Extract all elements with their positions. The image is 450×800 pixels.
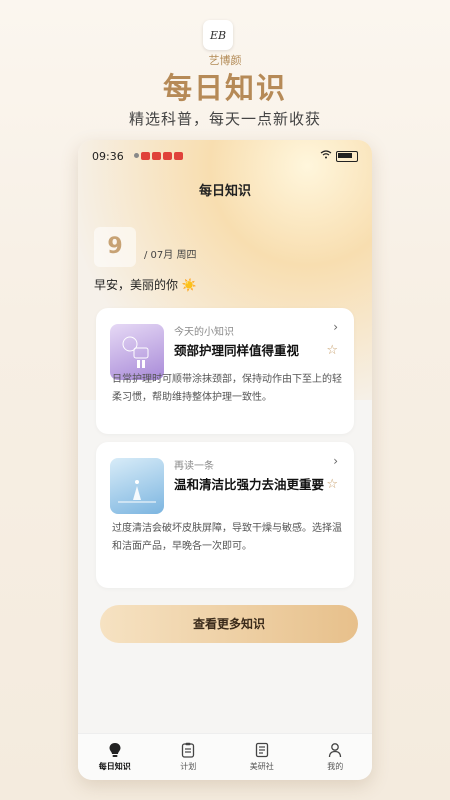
user-icon: [329, 743, 342, 758]
notification-icons: [134, 152, 183, 160]
notification-dot-icon: [134, 153, 139, 158]
tab-label: 美研社: [249, 762, 274, 771]
card-body: 过度清洁会破坏皮肤屏障，导致干燥与敏感。选择温和洁面产品，早晚各一次即可。: [112, 523, 342, 552]
bottom-tab-bar: 每日知识 计划 美研社 我的: [78, 733, 372, 780]
app-notification-icon: [152, 152, 161, 160]
app-logo: EB: [203, 20, 233, 50]
card-label: 今天的小知识: [174, 327, 234, 338]
view-more-button[interactable]: 查看更多知识: [100, 605, 358, 643]
card-body: 日常护理时可顺带涂抹颈部，保持动作由下至上的轻柔习惯，帮助维持整体护理一致性。: [112, 374, 342, 403]
app-notification-icon: [163, 152, 172, 160]
document-icon: [255, 742, 268, 758]
phone-mockup: 09:36 每日知识 9 / 07月 周四 早安，美丽的你 ☀️ 今天的小知识 …: [78, 140, 372, 780]
app-notification-icon: [174, 152, 183, 160]
card-title: 颈部护理同样值得重视: [174, 343, 300, 358]
chevron-right-icon[interactable]: ›: [333, 320, 338, 334]
wifi-icon: [320, 150, 332, 162]
card-thumbnail: [110, 458, 164, 514]
clipboard-icon: [182, 742, 195, 758]
chevron-right-icon[interactable]: ›: [333, 454, 338, 468]
knowledge-card-today[interactable]: 今天的小知识 › ☆ 颈部护理同样值得重视 日常护理时可顺带涂抹颈部，保持动作由…: [96, 308, 354, 434]
hero-title: 每日知识: [162, 71, 287, 105]
status-time: 09:36: [92, 150, 124, 163]
tab-profile[interactable]: 我的: [299, 734, 373, 780]
knowledge-card-more[interactable]: 再读一条 › ☆ 温和清洁比强力去油更重要 过度清洁会破坏皮肤屏障，导致干燥与敏…: [96, 442, 354, 588]
battery-icon: [336, 150, 358, 162]
tab-plan[interactable]: 计划: [152, 734, 226, 780]
tab-label: 我的: [327, 762, 344, 771]
greeting-text: 早安，美丽的你 ☀️: [94, 278, 197, 292]
hero-subtitle: 精选科普，每天一点新收获: [128, 110, 321, 128]
star-icon[interactable]: ☆: [326, 477, 338, 492]
tab-label: 每日知识: [98, 762, 131, 771]
status-bar: 09:36: [92, 150, 358, 164]
card-title: 温和清洁比强力去油更重要: [174, 477, 325, 492]
date-day: 9: [94, 227, 136, 267]
bulb-icon: [109, 743, 121, 757]
card-label: 再读一条: [174, 461, 214, 472]
tab-research[interactable]: 美研社: [225, 734, 299, 780]
page-title: 每日知识: [198, 184, 251, 199]
star-icon[interactable]: ☆: [326, 343, 338, 358]
app-notification-icon: [141, 152, 150, 160]
tab-daily-knowledge[interactable]: 每日知识: [78, 734, 152, 780]
status-right: [320, 150, 358, 162]
date-month-weekday: / 07月 周四: [144, 250, 197, 261]
tab-label: 计划: [180, 762, 197, 771]
